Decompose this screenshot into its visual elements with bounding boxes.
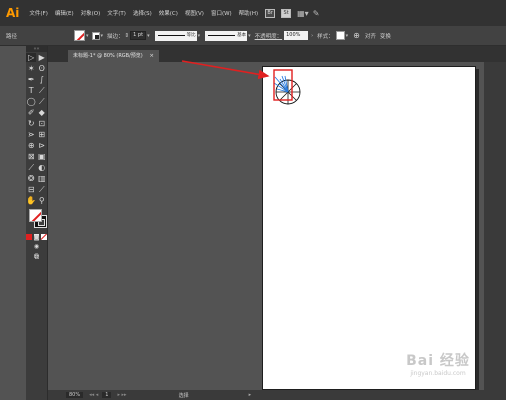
menu-help[interactable]: 帮助(H) <box>239 9 258 17</box>
style-label: 样式： <box>317 33 334 40</box>
menu-select[interactable]: 选择(S) <box>133 9 152 17</box>
chevron-down-icon[interactable]: ▾ <box>101 33 104 39</box>
width-tool-icon[interactable]: ⋗ <box>26 130 36 139</box>
status-bar: 80% ◂◂ ◂ 1 ▸ ▸▸ 选择 ▸ <box>48 390 484 400</box>
artboard-tool-icon[interactable]: ⊟ <box>26 185 36 194</box>
scale-tool-icon[interactable]: ⊡ <box>37 119 47 128</box>
eyedropper-tool-icon[interactable]: ⟋ <box>26 163 36 172</box>
chevron-right-icon[interactable]: › <box>311 33 313 39</box>
menu-type[interactable]: 文字(T) <box>107 9 126 17</box>
selection-tool-icon[interactable]: ▷ <box>26 53 37 62</box>
menu-object[interactable]: 对象(O) <box>81 9 101 17</box>
menu-window[interactable]: 窗口(W) <box>211 9 232 17</box>
illustrator-window: Ai 文件(F) 编辑(E) 对象(O) 文字(T) 选择(S) 效果(C) 视… <box>0 0 506 400</box>
variable-width-label: 等比 <box>186 32 196 38</box>
menu-file[interactable]: 文件(F) <box>29 9 47 17</box>
gpu-performance-icon[interactable]: ✎ <box>313 9 320 18</box>
variable-width-profile[interactable]: 等比 <box>154 30 197 41</box>
line-segment-tool-icon[interactable]: ⟋ <box>37 86 47 95</box>
watermark-url: jingyan.baidu.com <box>410 370 466 377</box>
zoom-level[interactable]: 80% <box>66 392 84 398</box>
workspace-layout-icon[interactable]: ▦▾ <box>297 9 309 18</box>
document-tab-bar: 未标题-1* @ 80% (RGB/预览) × <box>48 46 506 62</box>
direct-selection-tool-icon[interactable]: ▶ <box>37 53 47 62</box>
brush-definition[interactable]: 基本 <box>205 30 248 41</box>
watermark-logo: Bai 经验 <box>406 353 470 369</box>
eraser-tool-icon[interactable]: ◆ <box>37 108 47 117</box>
pen-tool-icon[interactable]: ✒ <box>26 75 36 84</box>
annotation-arrow <box>181 60 270 80</box>
artwork-layer <box>273 69 301 105</box>
brush-label: 基本 <box>237 32 247 38</box>
ellipse-tool-icon[interactable]: ◯ <box>26 97 36 106</box>
opacity-input[interactable]: 100% <box>284 31 309 40</box>
shaper-tool-icon[interactable]: ✐ <box>26 108 36 117</box>
watermark: Bai 经验 jingyan.baidu.com <box>388 350 488 390</box>
control-bar: 路径 ▾ ▾ 描边： ⇕ 1 pt ▾ 等比 ▾ 基本 ▾ 不透明度： 100%… <box>0 26 506 46</box>
close-icon[interactable]: × <box>149 53 154 59</box>
magic-wand-tool-icon[interactable]: ✶ <box>26 64 36 73</box>
menu-edit[interactable]: 编辑(E) <box>55 9 74 17</box>
transform-link[interactable]: 变换 <box>380 32 391 40</box>
symbol-sprayer-tool-icon[interactable]: ❂ <box>26 174 36 183</box>
menu-bar: Ai 文件(F) 编辑(E) 对象(O) 文字(T) 选择(S) 效果(C) 视… <box>0 0 506 26</box>
free-transform-tool-icon[interactable]: ⊞ <box>37 130 47 139</box>
fill-stroke-control[interactable] <box>27 208 47 230</box>
bridge-icon[interactable]: Br <box>265 8 276 18</box>
curvature-tool-icon[interactable]: ∫ <box>37 75 47 84</box>
chevron-down-icon[interactable]: ▾ <box>147 33 150 39</box>
paintbrush-tool-icon[interactable]: ⟋ <box>37 97 47 106</box>
selection-type-label: 路径 <box>6 33 18 40</box>
rotate-tool-icon[interactable]: ↻ <box>26 119 36 128</box>
none-mode-button[interactable] <box>41 233 48 240</box>
document-tab-label: 未标题-1* @ 80% (RGB/预览) <box>73 53 143 59</box>
stroke-weight-input[interactable]: 1 pt <box>130 31 147 40</box>
app-logo: Ai <box>6 6 20 20</box>
chevron-down-icon[interactable]: ▾ <box>248 33 251 39</box>
graphic-style-swatch[interactable] <box>335 31 345 40</box>
shape-builder-tool-icon[interactable]: ⊕ <box>26 141 36 150</box>
lasso-tool-icon[interactable]: ʘ <box>37 64 47 73</box>
fill-color-box[interactable] <box>29 209 42 222</box>
align-link[interactable]: 对齐 <box>365 32 376 40</box>
blend-tool-icon[interactable]: ◐ <box>37 163 47 172</box>
recolor-artwork-icon[interactable]: ⊕ <box>353 31 360 40</box>
menu-effect[interactable]: 效果(C) <box>159 9 178 17</box>
mesh-tool-icon[interactable]: ⊠ <box>26 152 36 161</box>
stroke-swatch[interactable] <box>91 31 100 40</box>
hand-tool-icon[interactable]: ✋ <box>26 196 36 205</box>
slice-tool-icon[interactable]: ⟋ <box>37 185 47 194</box>
column-graph-tool-icon[interactable]: ▥ <box>37 174 47 183</box>
stock-icon[interactable]: St <box>281 8 292 18</box>
stroke-label[interactable]: 描边： <box>107 32 124 40</box>
chevron-down-icon[interactable]: ▾ <box>198 33 201 39</box>
opacity-label[interactable]: 不透明度： <box>255 32 283 40</box>
menu-view[interactable]: 视图(V) <box>185 9 204 17</box>
tools-panel: «« ▷ ▶ ✶ ʘ ✒ ∫ T ⟋ ◯ ⟋ ✐ ◆ ↻ ⊡ ⋗ ⊞ ⊕ ⊳ ⊠ ▣ ⟋ ◐ ❂ ▥ ⊟… <box>26 46 48 400</box>
document-tab[interactable]: 未标题-1* @ 80% (RGB/预览) × <box>68 50 159 62</box>
gradient-tool-icon[interactable]: ▣ <box>37 152 47 161</box>
chevron-down-icon[interactable]: ▾ <box>346 33 349 39</box>
artboard-number[interactable]: 1 <box>102 392 112 398</box>
status-menu-icon[interactable]: ▸ <box>249 392 252 398</box>
status-mode[interactable]: 选择 <box>179 392 189 399</box>
perspective-grid-tool-icon[interactable]: ⊳ <box>37 141 47 150</box>
artboard-navigation-icon[interactable]: ◂◂ ◂ <box>89 392 98 398</box>
artboard[interactable] <box>262 66 476 390</box>
type-tool-icon[interactable]: T <box>26 86 36 95</box>
stroke-stepper-icon[interactable]: ⇕ <box>125 33 130 39</box>
screen-mode-icon[interactable]: ⧉ <box>32 253 42 262</box>
chevron-down-icon[interactable]: ▾ <box>86 33 89 39</box>
zoom-tool-icon[interactable]: ⚲ <box>37 196 47 205</box>
artboard-navigation-next-icon[interactable]: ▸ ▸▸ <box>117 392 126 398</box>
fill-swatch[interactable] <box>74 30 85 41</box>
